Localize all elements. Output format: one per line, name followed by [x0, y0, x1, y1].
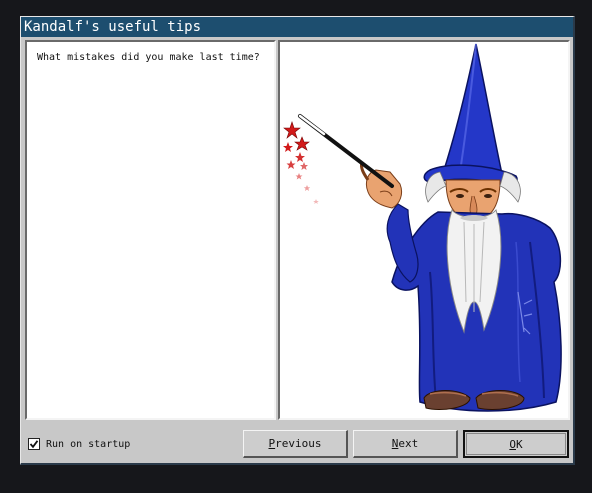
tip-text: What mistakes did you make last time? [37, 52, 260, 63]
wizard-image-panel [278, 40, 570, 420]
magic-wand [298, 114, 394, 188]
run-on-startup-row[interactable]: Run on startup [28, 437, 130, 451]
next-mnemonic: N [391, 437, 399, 450]
previous-label-rest: revious [275, 437, 322, 450]
run-on-startup-label: Run on startup [46, 438, 131, 450]
ok-label-rest: K [516, 437, 523, 451]
window-title: Kandalf's useful tips [21, 17, 573, 37]
run-on-startup-checkbox[interactable] [28, 438, 40, 450]
next-button[interactable]: Next [353, 430, 458, 458]
wizard-arm [360, 161, 419, 283]
wizard-illustration [283, 43, 562, 412]
next-label-rest: ext [398, 437, 419, 450]
previous-mnemonic: P [268, 437, 276, 450]
wizard-hat [423, 43, 518, 187]
tip-panel: What mistakes did you make last time? [25, 40, 276, 420]
sparkle-stars [283, 121, 319, 204]
checkmark-icon [29, 440, 39, 449]
tips-dialog: Kandalf's useful tips What mistakes did … [20, 16, 575, 465]
ok-button[interactable]: OK [463, 430, 569, 458]
ok-mnemonic: O [509, 437, 516, 451]
previous-button[interactable]: Previous [243, 430, 348, 458]
